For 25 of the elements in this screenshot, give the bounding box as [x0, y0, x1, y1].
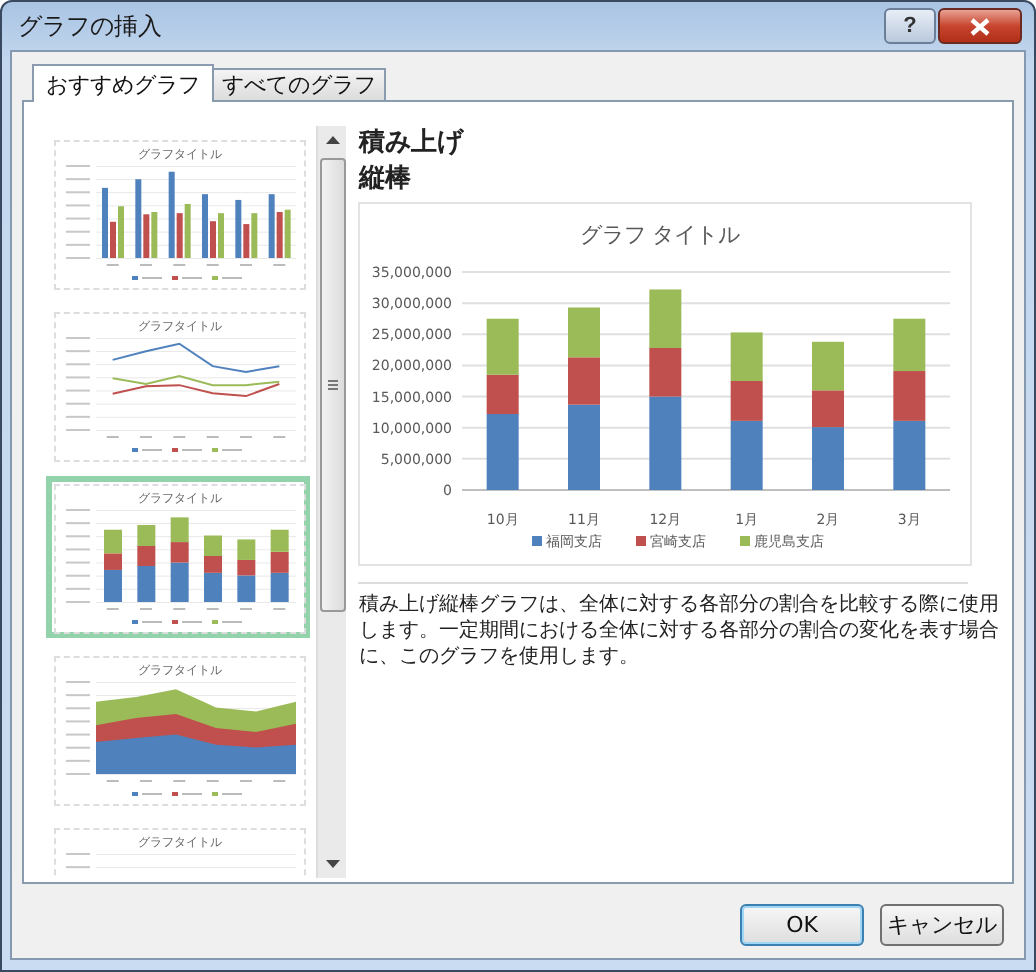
chart-description: 積み上げ縦棒グラフは、全体に対する各部分の割合を比較する際に使用します。一定期間における全体に対する各部分の割合の変化を表す場合に、このグラフを使用します。: [358, 592, 1001, 670]
tab[interactable]: すべてのグラフ: [212, 68, 386, 100]
help-button[interactable]: ?: [884, 8, 936, 44]
close-icon: [970, 17, 990, 35]
bar-segment: [894, 420, 927, 490]
window-title: グラフの挿入: [18, 9, 164, 43]
scrollbar[interactable]: [316, 126, 347, 878]
bar-segment: [487, 318, 520, 375]
grip-icon: [327, 380, 338, 390]
dialog-button[interactable]: OK: [740, 904, 864, 946]
bar-segment: [894, 371, 927, 421]
dialog-button[interactable]: キャンセル: [880, 904, 1004, 946]
bar-segment: [731, 332, 764, 381]
scroll-down-icon[interactable]: [325, 860, 340, 868]
chart-type-heading: 縦棒: [358, 162, 413, 198]
bar-segment: [894, 318, 927, 372]
scroll-thumb[interactable]: [319, 158, 346, 612]
tab[interactable]: おすすめグラフ: [32, 64, 214, 102]
close-button[interactable]: [938, 8, 1022, 44]
bar-segment: [650, 289, 683, 348]
bar-segment: [812, 341, 845, 391]
scroll-up-icon[interactable]: [325, 136, 340, 144]
bar-segment: [568, 307, 601, 358]
chart-title: グラフ タイトル: [580, 222, 742, 248]
chart-type-heading: 積み上げ: [358, 126, 466, 162]
